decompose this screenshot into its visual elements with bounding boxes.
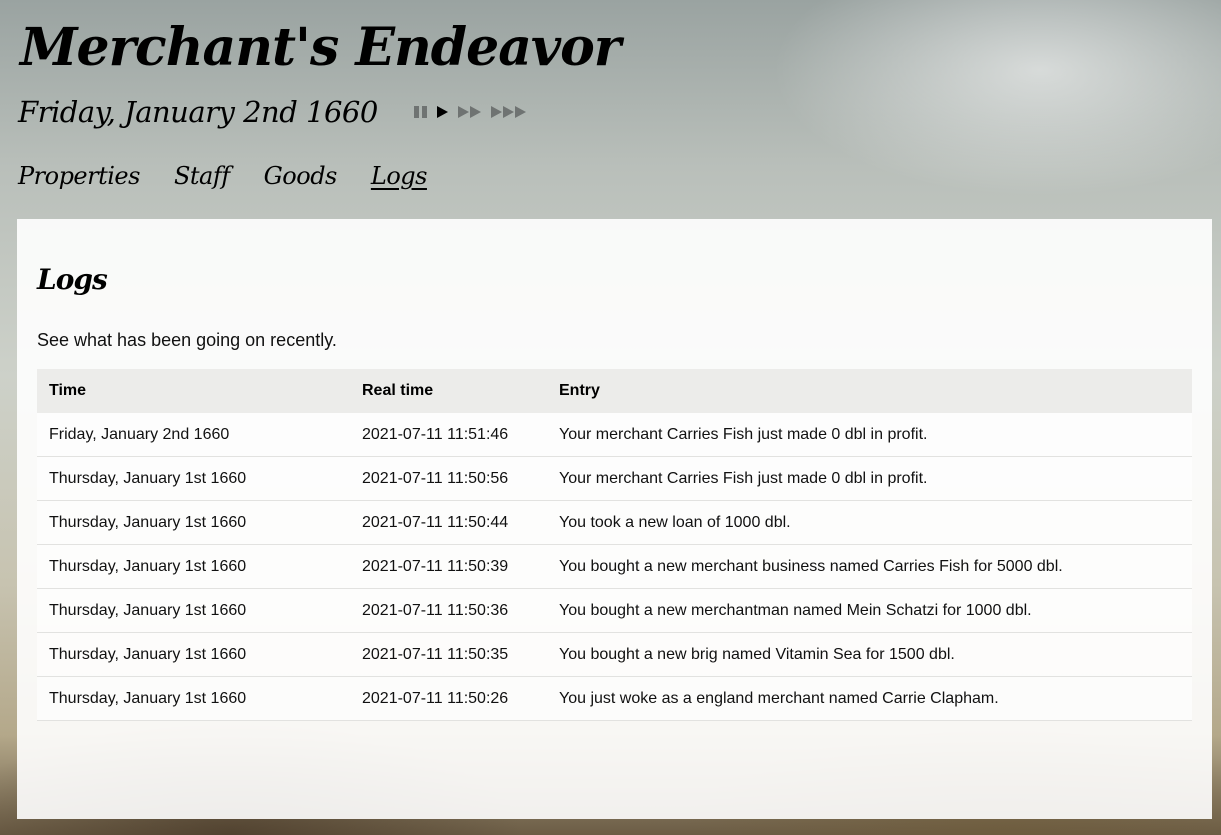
fast-forward-icon[interactable] xyxy=(457,106,481,118)
cell-entry: You bought a new merchant business named… xyxy=(547,544,1192,589)
cell-entry: You just woke as a england merchant name… xyxy=(547,676,1192,721)
table-row: Thursday, January 1st 1660 2021-07-11 11… xyxy=(37,544,1192,589)
cell-real-time: 2021-07-11 11:50:44 xyxy=(350,500,547,545)
pause-icon[interactable] xyxy=(413,106,427,118)
nav-item-logs[interactable]: Logs xyxy=(371,162,428,190)
app-title: Merchant's Endeavor xyxy=(20,17,621,78)
cell-time: Thursday, January 1st 1660 xyxy=(37,500,350,545)
page-subtitle: See what has been going on recently. xyxy=(37,330,337,350)
cell-time: Friday, January 2nd 1660 xyxy=(37,413,350,457)
cell-real-time: 2021-07-11 11:50:56 xyxy=(350,456,547,501)
cell-entry: You took a new loan of 1000 dbl. xyxy=(547,500,1192,545)
date-row: Friday, January 2nd 1660 xyxy=(18,92,526,132)
table-row: Thursday, January 1st 1660 2021-07-11 11… xyxy=(37,676,1192,721)
column-header-time: Time xyxy=(37,369,350,413)
cell-real-time: 2021-07-11 11:51:46 xyxy=(350,413,547,457)
nav-item-goods[interactable]: Goods xyxy=(264,162,338,190)
cell-entry: Your merchant Carries Fish just made 0 d… xyxy=(547,456,1192,501)
cell-entry: You bought a new brig named Vitamin Sea … xyxy=(547,632,1192,677)
main-nav: Properties Staff Goods Logs xyxy=(18,162,427,190)
logs-table: Time Real time Entry Friday, January 2nd… xyxy=(37,369,1192,721)
cell-entry: You bought a new merchantman named Mein … xyxy=(547,588,1192,633)
nav-item-staff[interactable]: Staff xyxy=(174,162,230,190)
cell-real-time: 2021-07-11 11:50:26 xyxy=(350,676,547,721)
column-header-entry: Entry xyxy=(547,369,1192,413)
table-row: Thursday, January 1st 1660 2021-07-11 11… xyxy=(37,632,1192,677)
cell-entry: Your merchant Carries Fish just made 0 d… xyxy=(547,413,1192,457)
cell-time: Thursday, January 1st 1660 xyxy=(37,676,350,721)
game-date: Friday, January 2nd 1660 xyxy=(18,95,378,129)
column-header-real-time: Real time xyxy=(350,369,547,413)
table-row: Friday, January 2nd 1660 2021-07-11 11:5… xyxy=(37,413,1192,457)
cell-time: Thursday, January 1st 1660 xyxy=(37,456,350,501)
cell-real-time: 2021-07-11 11:50:35 xyxy=(350,632,547,677)
cell-real-time: 2021-07-11 11:50:39 xyxy=(350,544,547,589)
cell-time: Thursday, January 1st 1660 xyxy=(37,544,350,589)
table-row: Thursday, January 1st 1660 2021-07-11 11… xyxy=(37,588,1192,633)
speed-controls xyxy=(413,106,526,118)
table-header-row: Time Real time Entry xyxy=(37,369,1192,413)
table-row: Thursday, January 1st 1660 2021-07-11 11… xyxy=(37,500,1192,545)
page-heading: Logs xyxy=(37,263,108,296)
cell-real-time: 2021-07-11 11:50:36 xyxy=(350,588,547,633)
nav-item-properties[interactable]: Properties xyxy=(18,162,140,190)
table-row: Thursday, January 1st 1660 2021-07-11 11… xyxy=(37,456,1192,501)
logs-panel: Logs See what has been going on recently… xyxy=(17,219,1212,819)
cell-time: Thursday, January 1st 1660 xyxy=(37,588,350,633)
fastest-forward-icon[interactable] xyxy=(490,106,526,118)
cell-time: Thursday, January 1st 1660 xyxy=(37,632,350,677)
play-icon[interactable] xyxy=(436,106,448,118)
